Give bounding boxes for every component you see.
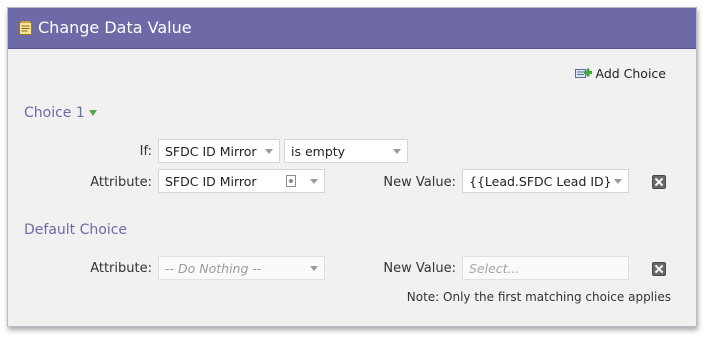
notepad-icon [19, 21, 32, 35]
if-attribute-select[interactable]: SFDC ID Mirror [158, 139, 280, 163]
chevron-down-icon [265, 148, 273, 154]
chevron-down-icon [310, 178, 318, 184]
dialog-header: Change Data Value [8, 8, 696, 49]
if-operator-select[interactable]: is empty [284, 139, 408, 163]
default-new-value-field[interactable] [462, 256, 629, 280]
choice-1-label: Choice 1 [24, 105, 85, 121]
attribute-label: Attribute: [90, 175, 152, 190]
if-operator-value: is empty [291, 143, 346, 159]
matching-choice-note: Note: Only the first matching choice app… [406, 290, 671, 304]
default-new-value-label: New Value: [383, 261, 456, 276]
dialog-title: Change Data Value [38, 18, 192, 37]
chevron-down-icon [310, 265, 318, 271]
default-attribute-label: Attribute: [90, 261, 152, 276]
if-label: If: [139, 144, 152, 159]
default-choice-title: Default Choice [24, 222, 128, 238]
new-value-value: {{Lead.SFDC Lead ID}} [469, 173, 610, 189]
new-value-select[interactable]: {{Lead.SFDC Lead ID}} [462, 169, 629, 193]
choice-1-title[interactable]: Choice 1 [24, 105, 97, 121]
attribute-select[interactable]: SFDC ID Mirror [158, 169, 325, 193]
delete-default-choice-icon[interactable] [652, 262, 666, 276]
chevron-down-icon [393, 148, 401, 154]
field-lock-icon [286, 175, 296, 187]
default-attribute-select[interactable]: -- Do Nothing -- [158, 256, 325, 280]
caret-down-icon[interactable] [88, 110, 97, 116]
chevron-down-icon [614, 178, 622, 184]
default-new-value-input[interactable] [463, 257, 628, 279]
delete-choice-1-icon[interactable] [652, 175, 666, 189]
new-value-label: New Value: [383, 175, 456, 190]
add-choice-button[interactable]: Add Choice [575, 64, 666, 82]
attribute-value: SFDC ID Mirror [165, 173, 257, 189]
default-attribute-value: -- Do Nothing -- [165, 260, 262, 276]
add-choice-icon [575, 68, 593, 78]
add-choice-label: Add Choice [595, 65, 666, 81]
if-attribute-value: SFDC ID Mirror [165, 143, 257, 159]
change-data-value-dialog: Change Data Value Add Choice Choice 1 If… [7, 7, 697, 327]
